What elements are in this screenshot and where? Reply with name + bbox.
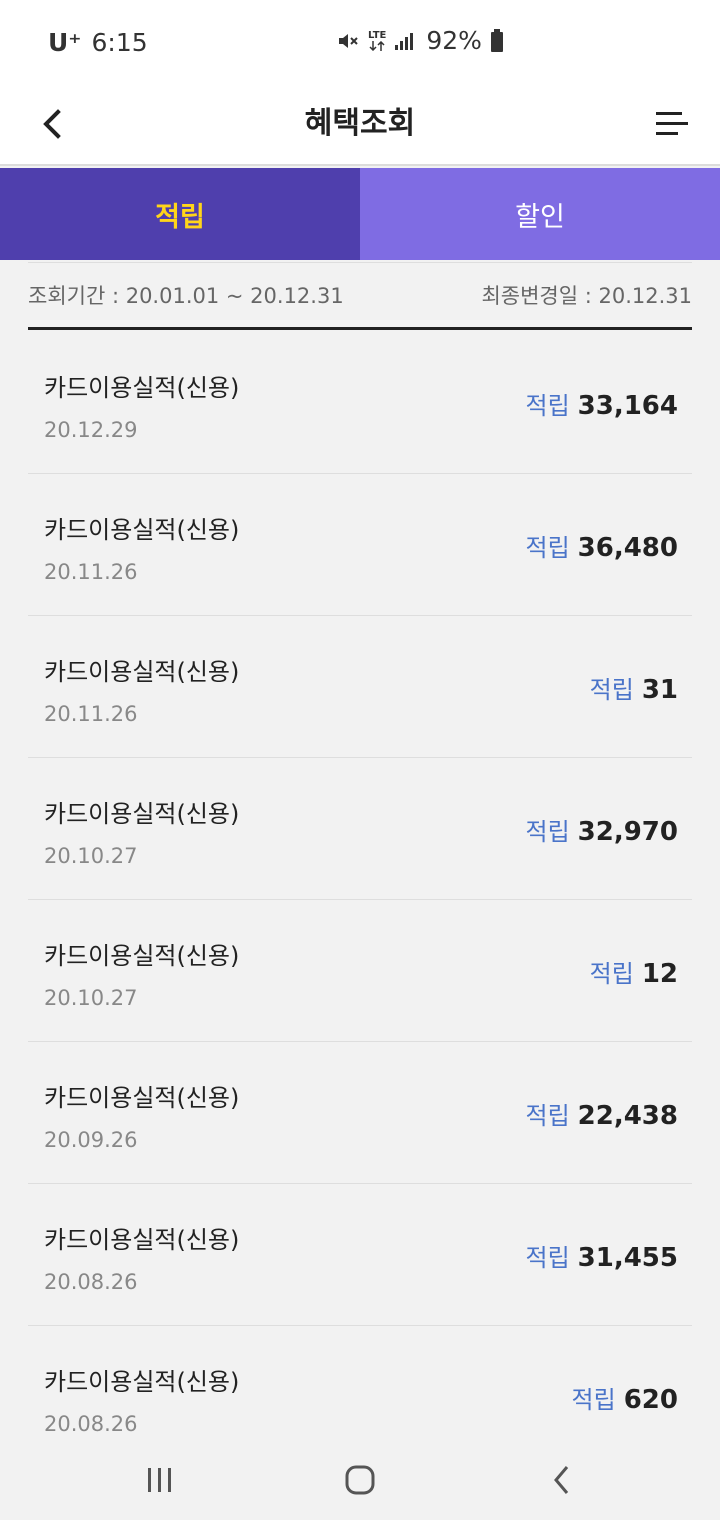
item-title: 카드이용실적(신용) [44, 374, 240, 402]
amount-value: 33,164 [577, 391, 678, 421]
home-icon [345, 1465, 375, 1495]
benefit-list: 카드이용실적(신용) 20.12.29 적립 33,164 카드이용실적(신용)… [28, 332, 692, 1468]
list-item[interactable]: 카드이용실적(신용) 20.11.26 적립 36,480 [28, 474, 692, 616]
status-bar: U⁺ 6:15 LTE 92% [0, 0, 720, 84]
system-nav-bar [0, 1440, 720, 1520]
item-date: 20.11.26 [44, 702, 138, 726]
item-title: 카드이용실적(신용) [44, 516, 240, 544]
nav-back-icon [554, 1466, 569, 1494]
item-amount: 적립 32,970 [525, 812, 678, 847]
clock: 6:15 [91, 28, 148, 57]
item-amount: 적립 36,480 [525, 528, 678, 563]
item-date: 20.12.29 [44, 418, 138, 442]
mute-icon [336, 29, 360, 53]
item-date: 20.08.26 [44, 1412, 138, 1436]
item-title: 카드이용실적(신용) [44, 1084, 240, 1112]
recent-apps-icon [148, 1468, 171, 1492]
status-left: U⁺ 6:15 [48, 28, 148, 57]
item-title: 카드이용실적(신용) [44, 658, 240, 686]
last-updated: 최종변경일 : 20.12.31 [481, 284, 692, 308]
list-item[interactable]: 카드이용실적(신용) 20.10.27 적립 32,970 [28, 758, 692, 900]
menu-button[interactable] [652, 106, 692, 146]
item-amount: 적립 33,164 [525, 386, 678, 421]
list-item[interactable]: 카드이용실적(신용) 20.08.26 적립 31,455 [28, 1184, 692, 1326]
item-amount: 적립 12 [590, 954, 678, 989]
signal-icon [394, 31, 414, 51]
battery-percent: 92% [426, 26, 482, 55]
item-title: 카드이용실적(신용) [44, 1368, 240, 1396]
lte-icon: LTE [368, 29, 387, 51]
amount-type: 적립 [525, 1244, 570, 1272]
nav-back-button[interactable] [542, 1460, 582, 1500]
period-range: 조회기간 : 20.01.01 ~ 20.12.31 [28, 284, 344, 308]
item-amount: 적립 31 [590, 670, 678, 705]
item-date: 20.11.26 [44, 560, 138, 584]
carrier-label: U⁺ [48, 28, 82, 57]
amount-value: 620 [623, 1385, 678, 1415]
amount-type: 적립 [525, 392, 570, 420]
item-amount: 적립 620 [572, 1380, 678, 1415]
list-item[interactable]: 카드이용실적(신용) 20.11.26 적립 31 [28, 616, 692, 758]
battery-icon [490, 28, 504, 53]
menu-icon [656, 112, 688, 135]
amount-value: 22,438 [577, 1101, 678, 1131]
tab-discount[interactable]: 할인 [360, 168, 720, 260]
amount-type: 적립 [525, 1102, 570, 1130]
amount-value: 12 [641, 959, 678, 989]
amount-type: 적립 [571, 1386, 616, 1414]
tab-earn[interactable]: 적립 [0, 168, 360, 260]
amount-type: 적립 [589, 960, 634, 988]
list-item[interactable]: 카드이용실적(신용) 20.10.27 적립 12 [28, 900, 692, 1042]
amount-type: 적립 [589, 676, 634, 704]
amount-value: 36,480 [577, 533, 678, 563]
item-title: 카드이용실적(신용) [44, 1226, 240, 1254]
period-info: 조회기간 : 20.01.01 ~ 20.12.31 최종변경일 : 20.12… [28, 262, 692, 330]
item-amount: 적립 22,438 [525, 1096, 678, 1131]
home-button[interactable] [340, 1460, 380, 1500]
amount-type: 적립 [525, 818, 570, 846]
amount-value: 31 [641, 675, 678, 705]
benefit-tabs: 적립 할인 [0, 168, 720, 260]
item-amount: 적립 31,455 [525, 1238, 678, 1273]
item-date: 20.10.27 [44, 986, 138, 1010]
list-item[interactable]: 카드이용실적(신용) 20.12.29 적립 33,164 [28, 332, 692, 474]
tab-discount-label: 할인 [515, 201, 565, 233]
amount-value: 31,455 [577, 1243, 678, 1273]
list-item[interactable]: 카드이용실적(신용) 20.09.26 적립 22,438 [28, 1042, 692, 1184]
app-header: 혜택조회 [0, 84, 720, 166]
item-title: 카드이용실적(신용) [44, 942, 240, 970]
amount-value: 32,970 [577, 817, 678, 847]
recent-apps-button[interactable] [140, 1460, 180, 1500]
page-title: 혜택조회 [304, 106, 416, 141]
status-icons: LTE 92% [336, 26, 504, 55]
item-title: 카드이용실적(신용) [44, 800, 240, 828]
item-date: 20.08.26 [44, 1270, 138, 1294]
tab-earn-label: 적립 [155, 201, 205, 233]
amount-type: 적립 [525, 534, 570, 562]
item-date: 20.09.26 [44, 1128, 138, 1152]
lte-label: LTE [368, 29, 387, 41]
item-date: 20.10.27 [44, 844, 138, 868]
